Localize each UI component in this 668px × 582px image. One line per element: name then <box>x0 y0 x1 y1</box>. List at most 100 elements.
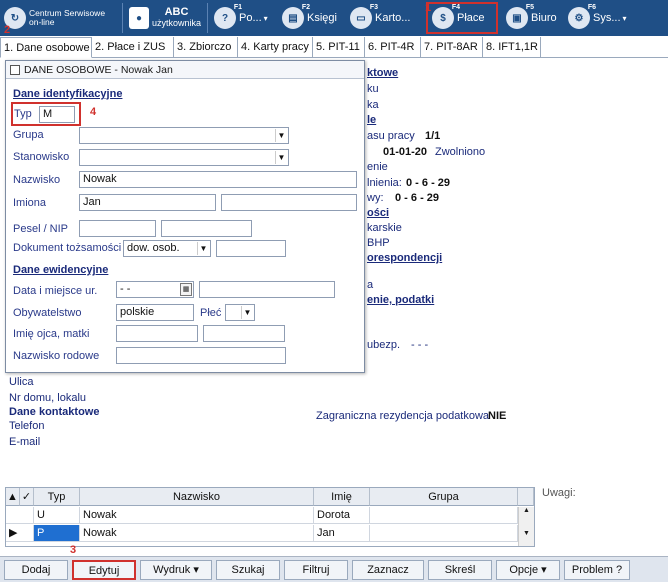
skresl-button[interactable]: Skreśl <box>428 559 492 580</box>
miejsce-ur-input[interactable] <box>199 281 335 298</box>
bg-text: asu pracy <box>367 130 415 142</box>
window-icon <box>10 64 20 75</box>
tab-ift1[interactable]: 8. IFT1,1R <box>483 37 541 57</box>
telefon-label: Telefon <box>9 420 45 432</box>
imie-ojca-input[interactable] <box>116 325 198 342</box>
grid-header-imie[interactable]: Imię <box>314 488 370 506</box>
tab-place-zus[interactable]: 2. Płace i ZUS <box>92 37 174 57</box>
bg-text: enie <box>367 161 388 173</box>
data-ur-label: Data i miejsce ur. <box>13 285 98 297</box>
dialog-title-bar: DANE OSOBOWE - Nowak Jan <box>6 61 364 79</box>
grid-header-select[interactable]: ▲ <box>6 488 20 506</box>
bg-text: ktowe <box>367 67 399 79</box>
tab-pit-8ar[interactable]: 7. PIT-8AR <box>421 37 483 57</box>
filtruj-button[interactable]: Filtruj <box>284 559 348 580</box>
bg-text: enie, podatki <box>367 294 435 306</box>
cell-imie: Jan <box>314 525 370 542</box>
toolbar-kartoteki-button[interactable]: ▭ F3 Karto... <box>346 0 422 36</box>
nazwisko-label: Nazwisko <box>13 174 61 186</box>
row-pointer-icon: ▶ <box>6 525 34 542</box>
marker-4: 4 <box>90 106 97 118</box>
imie-matki-input[interactable] <box>203 325 285 342</box>
nazwisko-rodowe-label: Nazwisko rodowe <box>13 350 100 362</box>
bg-text: 0 - 6 - 29 <box>406 177 451 189</box>
user-button[interactable]: ● ABC użytkownika <box>125 0 205 36</box>
toolbar-biuro-button[interactable]: ▣ F5 Biuro <box>502 0 564 36</box>
wydruk-button[interactable]: Wydruk ▾ <box>140 559 212 580</box>
marker-1: 1 <box>425 2 432 14</box>
toolbar-biuro-label: Biuro <box>531 12 557 24</box>
tab-pit-11[interactable]: 5. PIT-11 <box>313 37 365 57</box>
tab-dane-osobowe[interactable]: 1. Dane osobowe <box>0 37 92 58</box>
obywatelstwo-input[interactable]: polskie <box>116 304 194 321</box>
toolbar-ksiegi-label: Księgi <box>307 12 337 24</box>
edytuj-button[interactable]: Edytuj <box>72 559 136 580</box>
user-bottom: użytkownika <box>151 18 201 28</box>
toolbar-place-button[interactable]: $ F4 Płace <box>426 2 498 34</box>
nip-input[interactable] <box>161 220 252 237</box>
row-indicator <box>6 507 34 524</box>
zaznacz-button[interactable]: Zaznacz <box>352 559 424 580</box>
user-top: ABC <box>164 6 189 18</box>
bg-text: 0 - 6 - 29 <box>395 192 440 204</box>
bg-text: Zwolniono <box>435 146 486 158</box>
dane-kontaktowe-heading: Dane kontaktowe <box>9 406 100 418</box>
tab-pit-4r[interactable]: 6. PIT-4R <box>365 37 421 57</box>
cell-nazwisko: Nowak <box>80 507 314 524</box>
grid-header-check[interactable]: ✓ <box>20 488 34 506</box>
top-toolbar: ↻ Centrum Serwisowe on-line ● ABC użytko… <box>0 0 668 36</box>
szukaj-button[interactable]: Szukaj <box>216 559 280 580</box>
typ-input[interactable]: M <box>39 106 75 123</box>
wydruk-label: Wydruk <box>153 563 191 576</box>
stanowisko-label: Stanowisko <box>13 151 70 163</box>
toolbar-ksiegi-button[interactable]: ▤ F2 Księgi <box>278 0 346 36</box>
brand-label: Centrum Serwisowe on-line <box>29 8 106 27</box>
dokument-label: Dokument tożsamości <box>13 242 122 254</box>
pesel-input[interactable] <box>79 220 156 237</box>
grid-header-nazwisko[interactable]: Nazwisko <box>80 488 314 506</box>
dokument-number-input[interactable] <box>216 240 286 257</box>
grupa-select[interactable]: ▼ <box>79 127 289 144</box>
brand-button[interactable]: ↻ Centrum Serwisowe on-line <box>0 0 120 36</box>
problem-button[interactable]: Problem ? <box>564 559 630 580</box>
bg-text: - - - <box>411 339 429 351</box>
tax-residence-label: Zagraniczna rezydencja podatkowa <box>316 410 490 422</box>
scroll-up-icon[interactable]: ▲ <box>519 507 534 514</box>
grid-scrollbar[interactable]: ▲ ▼ <box>518 507 534 546</box>
tab-bar: 1. Dane osobowe 2. Płace i ZUS 3. Zbiorc… <box>0 37 668 58</box>
grid-header-corner <box>518 488 534 506</box>
toolbar-kartoteki-label: Karto... <box>375 12 411 24</box>
toolbar-po-button[interactable]: ? F1 Po... ▾ <box>210 0 278 36</box>
cell-nazwisko: Nowak <box>80 525 314 542</box>
calendar-icon[interactable]: ▦ <box>180 283 192 296</box>
folder-icon: ▭ F3 <box>350 4 378 29</box>
bottom-action-bar: Dodaj Edytuj Wydruk ▾ Szukaj Filtruj Zaz… <box>0 556 668 582</box>
tab-karty-pracy[interactable]: 4. Karty pracy <box>238 37 313 57</box>
grid-header-grupa[interactable]: Grupa <box>370 488 518 506</box>
plec-label: Płeć <box>200 307 222 319</box>
grid-header-typ[interactable]: Typ <box>34 488 80 506</box>
stanowisko-select[interactable]: ▼ <box>79 149 289 166</box>
imiona-input-2[interactable] <box>221 194 357 211</box>
toolbar-place-label: Płace <box>457 12 485 24</box>
pesel-label: Pesel / NIP <box>13 223 69 235</box>
bg-text: orespondencji <box>367 252 443 264</box>
bg-text: ości <box>367 207 390 219</box>
chevron-down-icon: ▼ <box>197 242 209 255</box>
toolbar-system-button[interactable]: ⚙ F6 Sys... ▾ <box>564 0 634 36</box>
separator <box>207 3 208 33</box>
toolbar-system-label: Sys... <box>593 12 621 24</box>
bg-text: karskie <box>367 222 402 234</box>
tab-zbiorczo[interactable]: 3. Zbiorczo <box>174 37 238 57</box>
separator <box>122 3 123 33</box>
nazwisko-input[interactable]: Nowak <box>79 171 357 188</box>
dodaj-button[interactable]: Dodaj <box>4 559 68 580</box>
opcje-label: Opcje <box>509 563 539 576</box>
imiona-input-1[interactable]: Jan <box>79 194 216 211</box>
nazwisko-rodowe-input[interactable] <box>116 347 286 364</box>
gears-icon: ⚙ F6 <box>568 4 596 29</box>
dokument-select[interactable]: dow. osob. ▼ <box>123 240 211 257</box>
plec-select[interactable]: ▼ <box>225 304 255 321</box>
opcje-button[interactable]: Opcje ▾ <box>496 559 560 580</box>
scroll-down-icon[interactable]: ▼ <box>519 530 534 537</box>
